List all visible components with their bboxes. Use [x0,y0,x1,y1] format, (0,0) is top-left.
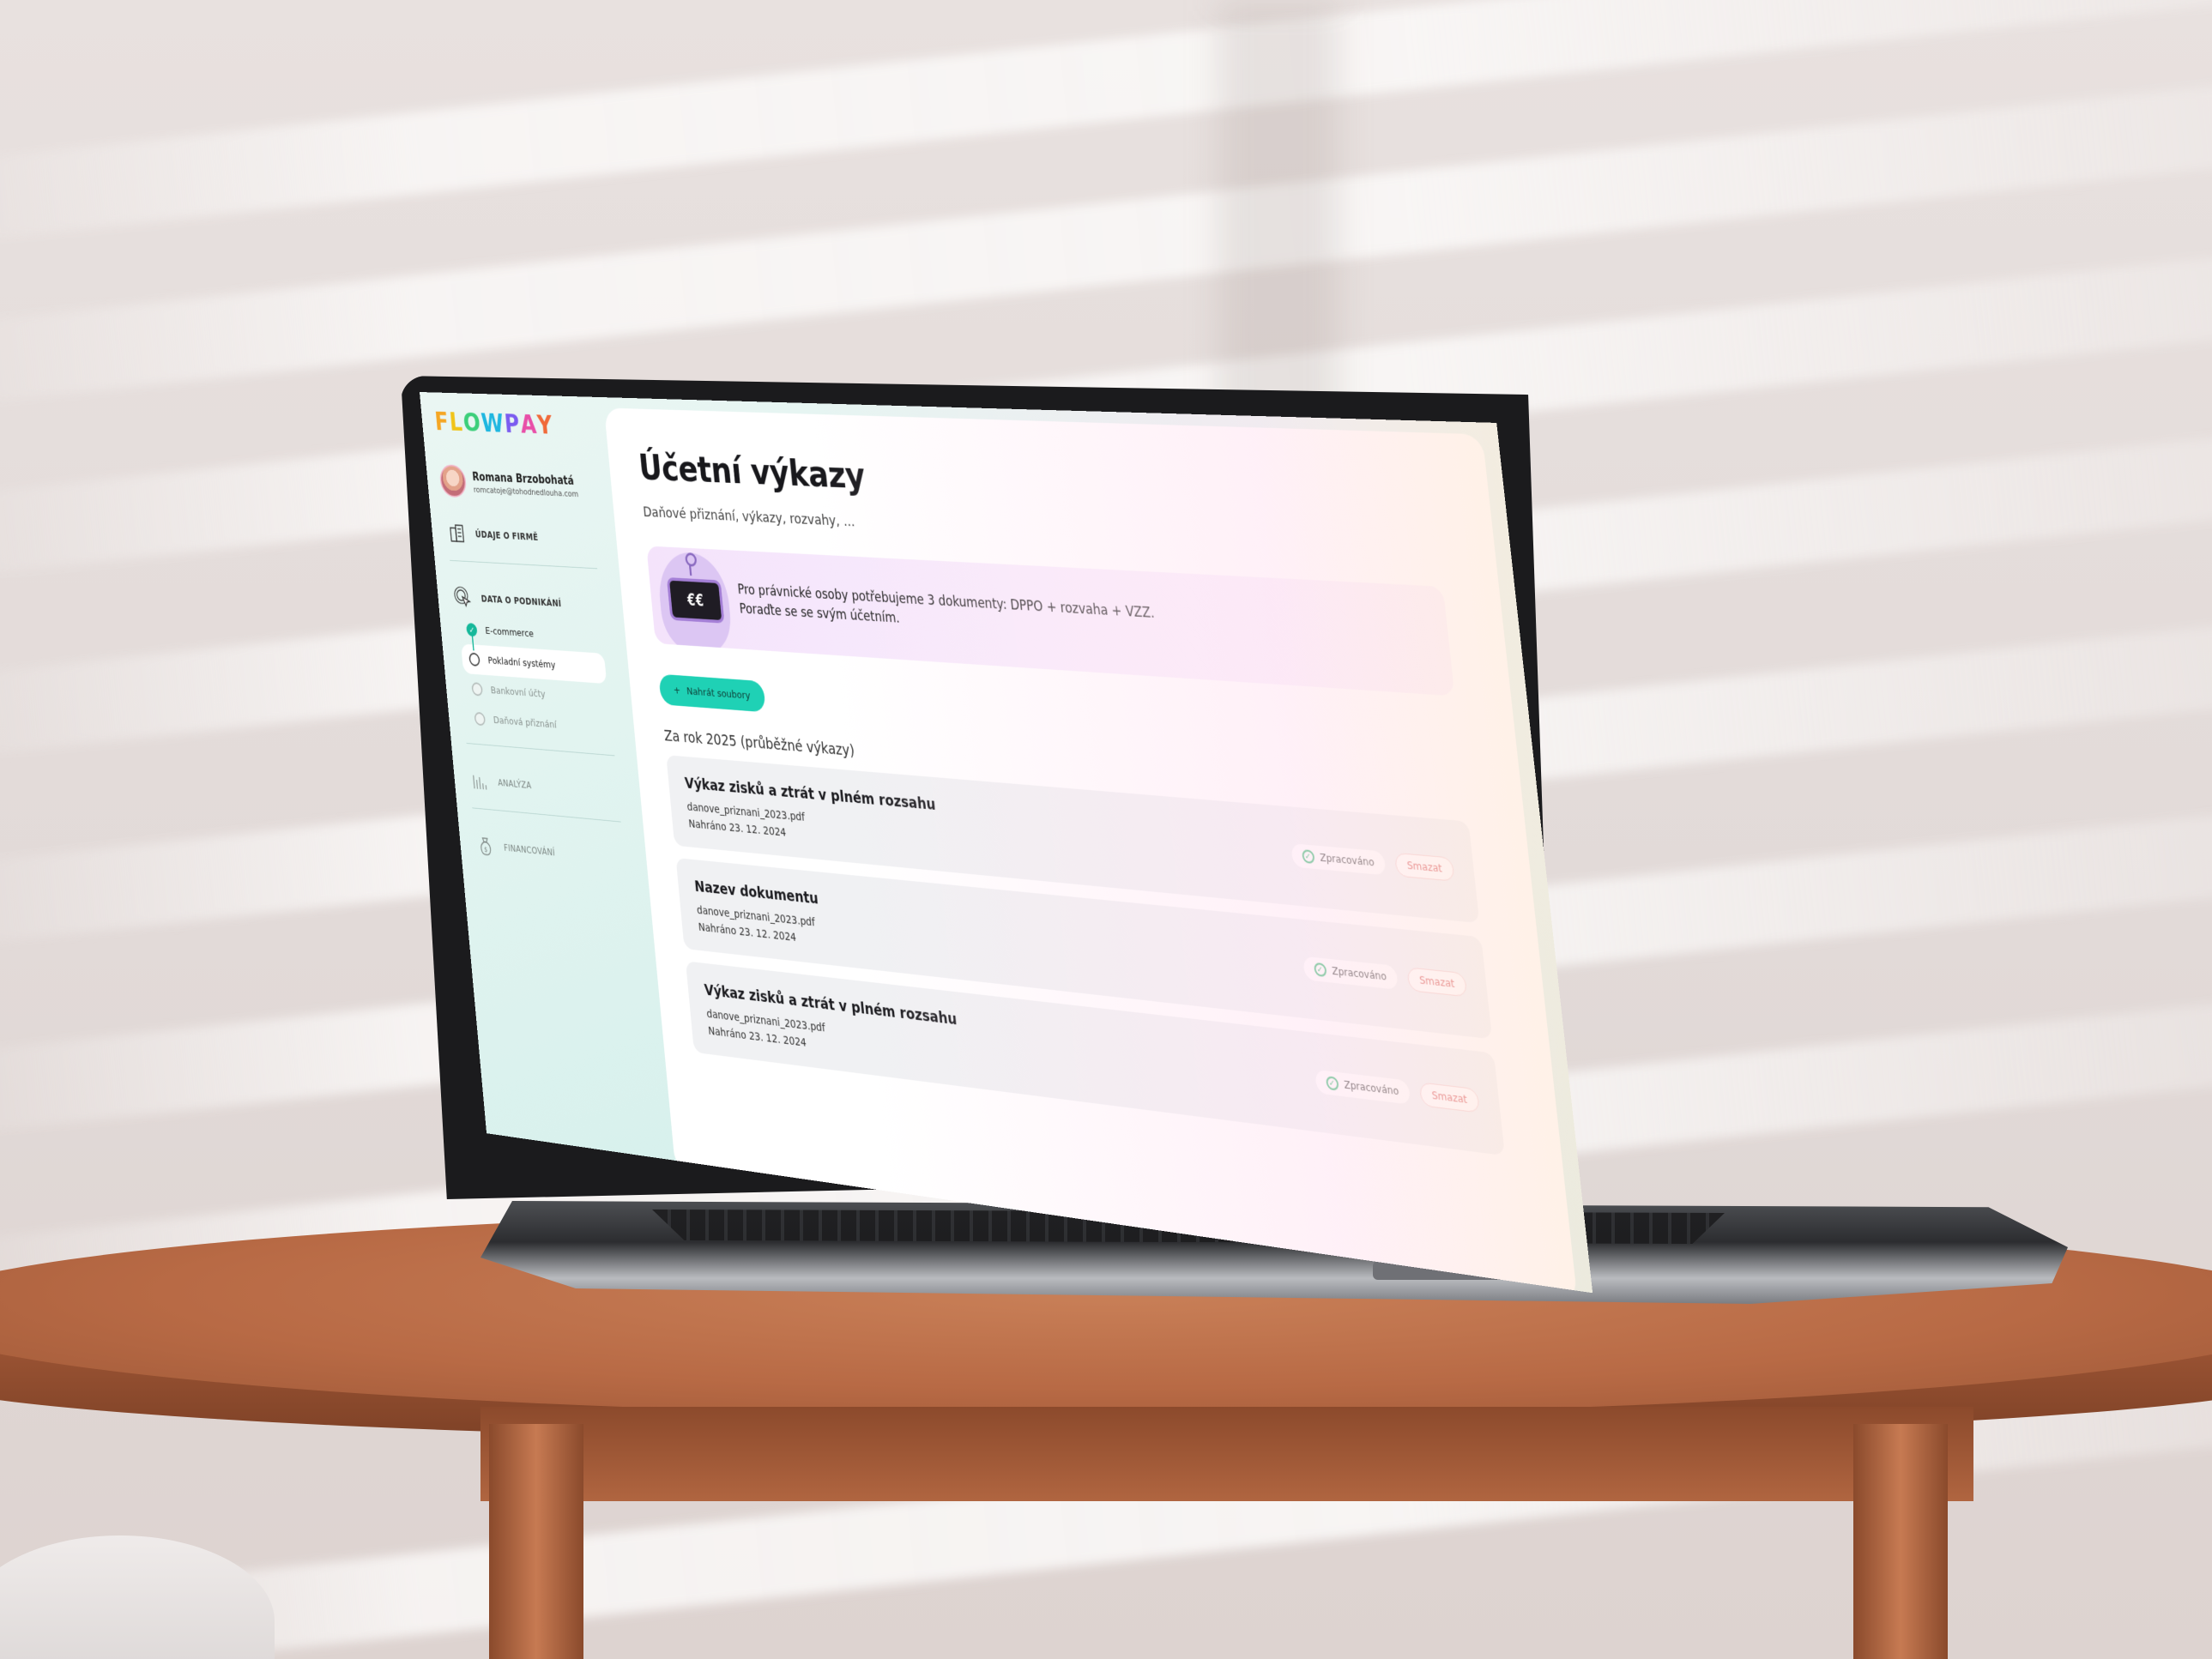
nav-company-label: ÚDAJE O FIRMĚ [474,529,538,543]
document-list: Výkaz zisků a ztrát v plném rozsahu dano… [666,755,1524,1158]
logo-letter: A [519,410,538,440]
table-apron [480,1407,1973,1501]
svg-text:$: $ [484,846,488,854]
status-label: Zpracováno [1344,1079,1399,1098]
upload-files-button[interactable]: + Nahrát soubory [658,674,765,713]
check-circle-icon: ✓ [1326,1076,1339,1091]
sidebar-divider [450,560,597,569]
step-label: Daňová přiznání [493,715,557,731]
nav-financing[interactable]: $ FINANCOVÁNÍ [472,828,629,878]
money-bag-icon: $ [475,834,495,858]
circle-icon [468,653,480,667]
check-circle-icon: ✓ [1302,849,1315,864]
sidebar-divider [472,807,620,822]
avatar [438,464,467,498]
step-label: E-commerce [485,625,534,640]
circle-icon [471,682,483,697]
plus-icon: + [673,685,680,697]
nav-business-label: DATA O PODNIKÁNÍ [480,594,561,609]
nav-analysis[interactable]: ANALÝZA [466,763,622,811]
logo-letter: W [480,408,505,438]
robot-antenna-icon [688,560,696,576]
table-leg [489,1424,583,1659]
info-text: Pro právnické osoby potřebujeme 3 dokume… [737,580,1158,645]
flowpay-logo[interactable]: FLOWPAY [433,407,588,442]
robot-mascot-icon: €€ [667,577,725,624]
nav-analysis-label: ANALÝZA [498,777,532,791]
main-panel: Účetní výkazy Daňové přiznání, výkazy, r… [604,407,1578,1293]
step-label: Bankovní účty [490,685,546,700]
nav-company-data[interactable]: ÚDAJE O FIRMĚ [444,516,599,558]
sidebar-divider [467,743,615,756]
upload-files-label: Nahrát soubory [686,685,751,702]
status-label: Zpracováno [1320,852,1375,868]
business-data-steps: ✓ E-commerce Pokladní systémy Bankovní ú… [458,614,616,745]
step-label: Pokladní systémy [487,655,556,671]
stool [0,1535,275,1659]
logo-letter: P [504,409,522,439]
circle-icon [474,712,486,727]
user-profile[interactable]: Romana Brzobohatá romcatoje@tohodnedlouh… [438,464,593,504]
nav-financing-label: FINANCOVÁNÍ [504,842,556,858]
bar-chart-icon [470,769,490,793]
table-leg [1853,1424,1948,1659]
info-banner: €€ Pro právnické osoby potřebujeme 3 dok… [646,546,1454,696]
logo-letter: Y [536,410,554,440]
status-label: Zpracováno [1332,965,1387,983]
building-icon [447,522,467,545]
cursor-click-icon [453,586,473,609]
check-circle-icon: ✓ [1314,962,1327,977]
logo-letter: O [462,408,482,438]
